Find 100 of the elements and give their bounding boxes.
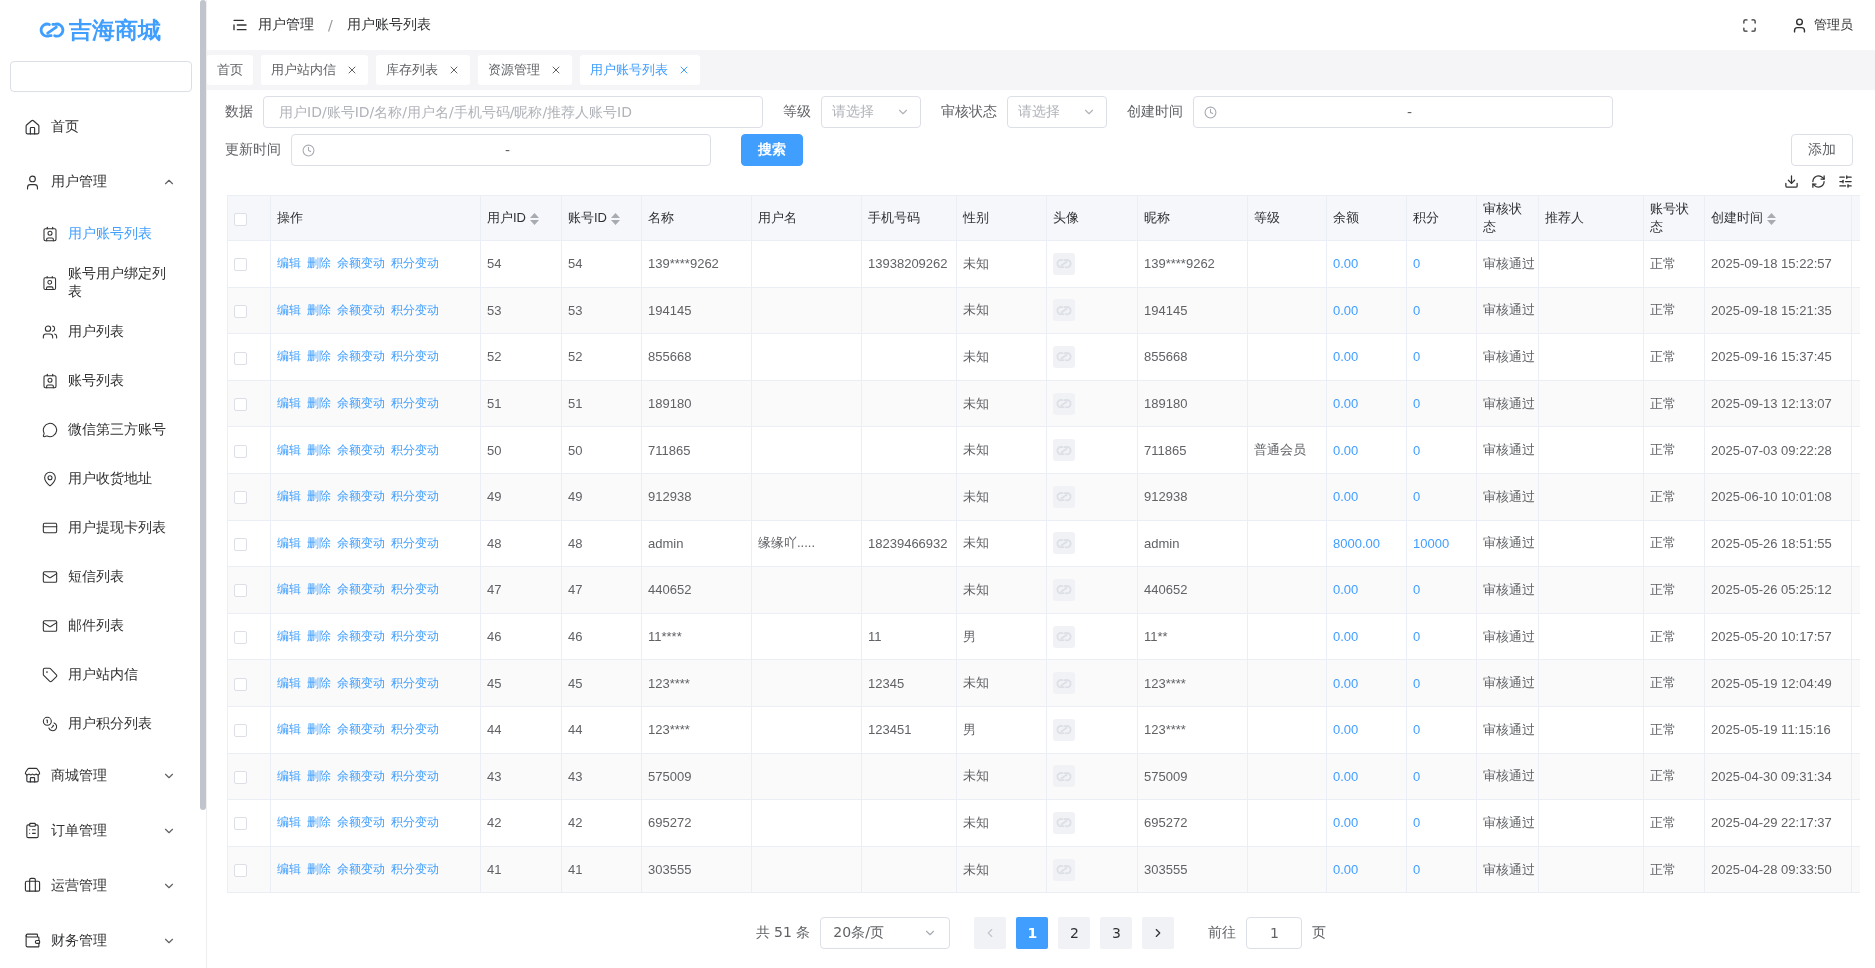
action-link[interactable]: 余额变动 <box>337 629 385 644</box>
sidebar-subitem[interactable]: 短信列表 <box>0 552 200 602</box>
sidebar-subitem[interactable]: 账号列表 <box>0 356 200 406</box>
sidebar-item[interactable]: 商城管理 <box>0 748 200 804</box>
action-link[interactable]: 删除 <box>307 396 331 411</box>
breadcrumb-item[interactable]: 用户管理 <box>258 16 314 34</box>
action-link[interactable]: 删除 <box>307 349 331 364</box>
action-link[interactable]: 余额变动 <box>337 442 385 457</box>
action-link[interactable]: 积分变动 <box>391 862 439 876</box>
action-link[interactable]: 积分变动 <box>391 396 439 411</box>
value-link[interactable]: 0.00 <box>1333 489 1359 505</box>
action-link[interactable]: 编辑 <box>277 302 301 317</box>
sort-icon[interactable] <box>611 212 620 225</box>
value-link[interactable]: 0 <box>1413 256 1421 272</box>
settings-icon[interactable] <box>1838 174 1853 189</box>
value-link[interactable]: 0 <box>1413 349 1421 365</box>
value-link[interactable]: 0.00 <box>1333 582 1359 598</box>
action-link[interactable]: 余额变动 <box>337 489 385 504</box>
action-link[interactable]: 编辑 <box>277 722 301 737</box>
checkbox[interactable] <box>234 631 247 645</box>
date-range-field[interactable]: - <box>1193 96 1613 128</box>
checkbox[interactable] <box>234 491 247 505</box>
action-link[interactable]: 积分变动 <box>391 629 439 644</box>
sort-icon[interactable] <box>530 212 539 225</box>
close-icon[interactable] <box>346 64 358 76</box>
action-link[interactable]: 删除 <box>307 302 331 317</box>
action-link[interactable]: 余额变动 <box>337 396 385 411</box>
sidebar-subitem[interactable]: 微信第三方账号 <box>0 405 200 455</box>
action-link[interactable]: 编辑 <box>277 629 301 644</box>
action-link[interactable]: 删除 <box>307 629 331 644</box>
action-link[interactable]: 删除 <box>307 862 331 876</box>
search-button[interactable]: 搜索 <box>741 134 803 166</box>
sidebar-subitem[interactable]: 账号用户绑定列表 <box>0 258 200 308</box>
action-link[interactable]: 积分变动 <box>391 582 439 597</box>
page-tab[interactable]: 库存列表 <box>376 55 470 85</box>
action-link[interactable]: 编辑 <box>277 349 301 364</box>
value-link[interactable]: 0.00 <box>1333 675 1359 691</box>
action-link[interactable]: 积分变动 <box>391 349 439 364</box>
download-icon[interactable] <box>1784 174 1799 189</box>
checkbox[interactable] <box>234 770 247 784</box>
sidebar-subitem[interactable]: 用户提现卡列表 <box>0 503 200 553</box>
value-link[interactable]: 0 <box>1413 768 1421 784</box>
scrollbar[interactable] <box>200 0 206 810</box>
checkbox[interactable] <box>234 584 247 598</box>
action-link[interactable]: 余额变动 <box>337 675 385 690</box>
action-link[interactable]: 删除 <box>307 442 331 457</box>
page-size-select[interactable]: 20条/页 <box>820 916 951 949</box>
action-link[interactable]: 编辑 <box>277 675 301 690</box>
action-link[interactable]: 余额变动 <box>337 862 385 876</box>
page-number-field[interactable]: 1 <box>1246 916 1303 949</box>
value-link[interactable]: 0.00 <box>1333 768 1359 784</box>
action-link[interactable]: 删除 <box>307 675 331 690</box>
action-link[interactable]: 余额变动 <box>337 256 385 271</box>
action-link[interactable]: 积分变动 <box>391 675 439 690</box>
action-link[interactable]: 编辑 <box>277 256 301 271</box>
action-link[interactable]: 余额变动 <box>337 722 385 737</box>
value-link[interactable]: 0 <box>1413 675 1421 691</box>
value-link[interactable]: 0.00 <box>1333 815 1359 831</box>
menu-search-field[interactable] <box>10 60 192 93</box>
sidebar-subitem[interactable]: 用户账号列表 <box>0 209 200 259</box>
column-header[interactable]: 用户ID <box>480 195 562 241</box>
action-link[interactable]: 余额变动 <box>337 815 385 830</box>
action-link[interactable]: 编辑 <box>277 768 301 783</box>
value-link[interactable]: 0.00 <box>1333 442 1359 458</box>
action-link[interactable]: 删除 <box>307 256 331 271</box>
sidebar-subitem[interactable]: 用户列表 <box>0 307 200 357</box>
action-link[interactable]: 删除 <box>307 535 331 550</box>
action-link[interactable]: 积分变动 <box>391 442 439 457</box>
action-link[interactable]: 删除 <box>307 489 331 504</box>
checkbox[interactable] <box>234 258 247 272</box>
action-link[interactable]: 编辑 <box>277 862 301 876</box>
action-link[interactable]: 删除 <box>307 768 331 783</box>
action-link[interactable]: 余额变动 <box>337 535 385 550</box>
sidebar-item[interactable]: 用户管理 <box>0 154 200 210</box>
page-button[interactable]: 3 <box>1100 916 1133 949</box>
add-button[interactable]: 添加 <box>1791 134 1853 166</box>
value-link[interactable]: 0 <box>1413 722 1421 738</box>
sidebar-item[interactable]: 首页 <box>0 100 200 155</box>
action-link[interactable]: 积分变动 <box>391 256 439 271</box>
value-link[interactable]: 0 <box>1413 442 1421 458</box>
menu-icon[interactable] <box>232 17 248 33</box>
sidebar-subitem[interactable]: 用户站内信 <box>0 650 200 700</box>
value-link[interactable]: 0.00 <box>1333 396 1359 412</box>
value-link[interactable]: 0.00 <box>1333 256 1359 272</box>
action-link[interactable]: 积分变动 <box>391 489 439 504</box>
close-icon[interactable] <box>550 64 562 76</box>
action-link[interactable]: 积分变动 <box>391 535 439 550</box>
user-menu[interactable]: 管理员 <box>1791 16 1853 34</box>
value-link[interactable]: 0.00 <box>1333 302 1359 318</box>
action-link[interactable]: 编辑 <box>277 396 301 411</box>
value-link[interactable]: 0 <box>1413 862 1421 877</box>
action-link[interactable]: 删除 <box>307 722 331 737</box>
page-tab[interactable]: 资源管理 <box>478 55 572 85</box>
action-link[interactable]: 编辑 <box>277 535 301 550</box>
value-link[interactable]: 0 <box>1413 582 1421 598</box>
checkbox[interactable] <box>234 304 247 318</box>
sidebar-item[interactable]: 运营管理 <box>0 858 200 914</box>
close-icon[interactable] <box>678 64 690 76</box>
checkbox[interactable] <box>234 398 247 412</box>
date-range-field[interactable]: - <box>291 134 711 166</box>
